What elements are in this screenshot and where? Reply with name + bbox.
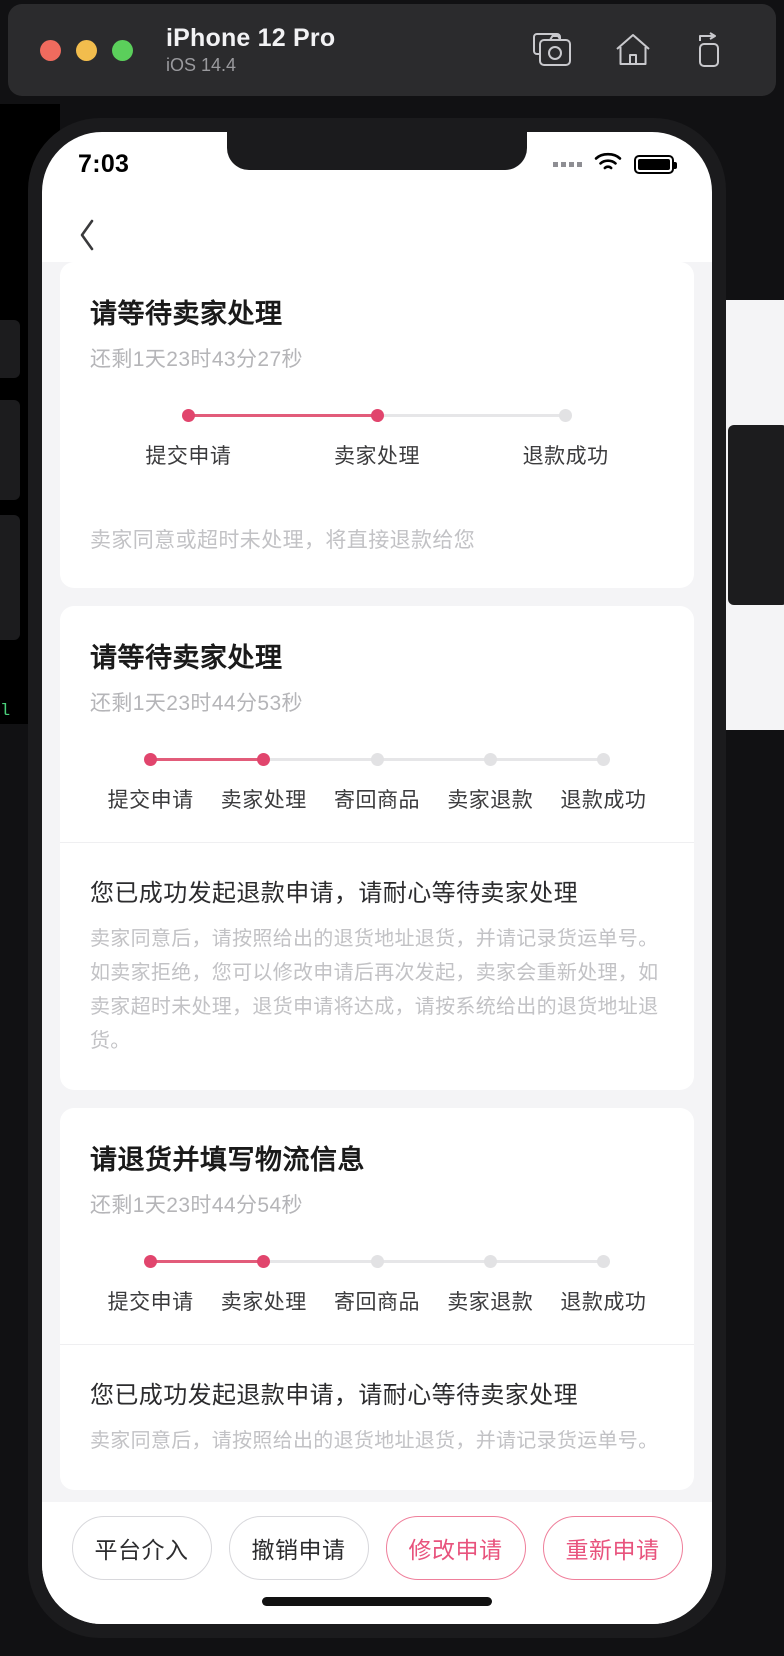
stepper-step: 退款成功	[471, 409, 660, 470]
home-icon[interactable]	[614, 33, 652, 67]
action-button-bar: 平台介入 撤销申请 修改申请 重新申请	[42, 1502, 712, 1624]
card-title: 请退货并填写物流信息	[90, 1145, 365, 1175]
stepper-step: 寄回商品	[320, 1255, 491, 1316]
card-header: 请等待卖家处理 还剩1天23时43分27秒 提交申请 卖家处理 退款成功	[60, 262, 694, 498]
stepper-bullet	[257, 753, 271, 766]
stepper-bullet	[596, 753, 610, 766]
stepper-step-label: 寄回商品	[334, 789, 420, 812]
card-header: 请退货并填写物流信息 还剩1天23时44分54秒 提交申请 卖家处理 寄回商品 …	[60, 1108, 694, 1344]
close-button[interactable]	[40, 39, 61, 61]
stepper-step: 卖家处理	[207, 753, 377, 814]
wifi-icon	[593, 151, 623, 178]
card-countdown: 还剩1天23时43分27秒	[90, 348, 303, 371]
platform-intervene-button[interactable]: 平台介入	[71, 1516, 212, 1580]
status-bar-indicators	[553, 151, 677, 178]
stepper-steps: 提交申请 卖家处理 寄回商品 卖家退款 退款成功	[94, 1255, 660, 1316]
background-window-shape	[0, 400, 20, 500]
stepper-step-label: 退款成功	[560, 1291, 647, 1314]
stepper-step-label: 退款成功	[560, 789, 647, 812]
refund-status-list[interactable]: 请等待卖家处理 还剩1天23时43分27秒 提交申请 卖家处理 退款成功 卖家同…	[42, 262, 712, 1502]
stepper-step: 退款成功	[547, 1255, 660, 1316]
stepper-bullet	[483, 1255, 497, 1268]
stepper-step: 提交申请	[94, 1255, 264, 1316]
minimize-button[interactable]	[76, 39, 97, 61]
card-section-body: 卖家同意后，请按照给出的退货地址退货，并请记录货运单号。如卖家拒绝，您可以修改申…	[90, 928, 659, 1052]
stepper-step-label: 卖家处理	[334, 445, 420, 468]
stepper-bullet	[370, 409, 384, 422]
simulator-actions	[532, 32, 724, 68]
stepper-bullet	[559, 409, 573, 422]
stepper-step-label: 卖家退款	[447, 1291, 534, 1314]
background-window-shape	[0, 320, 20, 378]
background-window-shape	[728, 425, 784, 605]
refund-card[interactable]: 请等待卖家处理 还剩1天23时44分53秒 提交申请 卖家处理 寄回商品 卖家退…	[60, 606, 694, 1090]
reapply-request-button[interactable]: 重新申请	[542, 1516, 683, 1580]
stepper-step-label: 退款成功	[522, 445, 609, 468]
window-traffic-lights	[40, 39, 133, 61]
card-countdown: 还剩1天23时44分54秒	[90, 1194, 303, 1217]
stepper-step-label: 卖家处理	[220, 789, 307, 812]
progress-stepper: 提交申请 卖家处理 退款成功	[90, 409, 664, 498]
stepper-bullet	[144, 1255, 158, 1268]
card-detail-section: 您已成功发起退款申请，请耐心等待卖家处理 卖家同意后，请按照给出的退货地址退货，…	[60, 843, 694, 1090]
phone-screen: 7:03 请等待卖家处理 还剩1天23时43分27秒 提交申请 卖家处理 退款成…	[42, 132, 712, 1624]
card-title: 请等待卖家处理	[90, 643, 283, 673]
stepper-step: 卖家退款	[434, 753, 604, 814]
card-header: 请等待卖家处理 还剩1天23时44分53秒 提交申请 卖家处理 寄回商品 卖家退…	[60, 606, 694, 842]
refund-card[interactable]: 请退货并填写物流信息 还剩1天23时44分54秒 提交申请 卖家处理 寄回商品 …	[60, 1108, 694, 1490]
card-section-title: 您已成功发起退款申请，请耐心等待卖家处理	[90, 1382, 578, 1409]
screenshot-icon[interactable]	[532, 33, 572, 67]
card-note: 卖家同意或超时未处理，将直接退款给您	[90, 529, 476, 552]
progress-stepper: 提交申请 卖家处理 寄回商品 卖家退款 退款成功	[90, 753, 664, 842]
cancel-request-button[interactable]: 撤销申请	[228, 1516, 369, 1580]
simulator-titlebar: iPhone 12 Pro iOS 14.4	[8, 4, 776, 96]
navigation-bar	[42, 196, 712, 262]
stepper-step: 提交申请	[94, 409, 377, 470]
background-window-shape	[0, 515, 20, 640]
stepper-bullet	[181, 409, 195, 422]
card-countdown: 还剩1天23时44分53秒	[90, 692, 303, 715]
status-bar: 7:03	[42, 132, 712, 196]
stepper-bullet	[596, 1255, 610, 1268]
signal-dots-icon	[553, 161, 582, 167]
stepper-step-label: 提交申请	[145, 445, 232, 468]
phone-device-frame: 7:03 请等待卖家处理 还剩1天23时43分27秒 提交申请 卖家处理 退款成…	[28, 118, 726, 1638]
stepper-step: 寄回商品	[320, 753, 491, 814]
modify-request-button[interactable]: 修改申请	[385, 1516, 526, 1580]
stepper-bullet	[144, 753, 158, 766]
status-bar-clock: 7:03	[78, 149, 130, 178]
stepper-bullet	[483, 753, 497, 766]
stepper-bullet	[370, 1255, 384, 1268]
stepper-step: 退款成功	[547, 753, 660, 814]
stepper-steps: 提交申请 卖家处理 寄回商品 卖家退款 退款成功	[94, 753, 660, 814]
device-os-version: iOS 14.4	[166, 54, 237, 75]
battery-icon	[634, 154, 677, 174]
stepper-steps: 提交申请 卖家处理 退款成功	[94, 409, 660, 470]
refund-card[interactable]: 请等待卖家处理 还剩1天23时43分27秒 提交申请 卖家处理 退款成功 卖家同…	[60, 262, 694, 588]
card-section-body: 卖家同意后，请按照给出的退货地址退货，并请记录货运单号。	[90, 1430, 659, 1452]
card-section-title: 您已成功发起退款申请，请耐心等待卖家处理	[90, 880, 578, 907]
stepper-step: 卖家处理	[283, 409, 566, 470]
maximize-button[interactable]	[112, 39, 133, 61]
chevron-left-icon[interactable]	[76, 218, 98, 251]
stepper-step-label: 卖家处理	[220, 1291, 307, 1314]
background-terminal-text: l	[0, 702, 11, 721]
stepper-bullet	[257, 1255, 271, 1268]
progress-stepper: 提交申请 卖家处理 寄回商品 卖家退款 退款成功	[90, 1255, 664, 1344]
stepper-step-label: 卖家退款	[447, 789, 534, 812]
stepper-step: 提交申请	[94, 753, 264, 814]
stepper-bullet	[370, 753, 384, 766]
rotate-icon[interactable]	[694, 32, 724, 68]
card-title: 请等待卖家处理	[90, 299, 283, 329]
stepper-step-label: 寄回商品	[334, 1291, 420, 1314]
home-indicator[interactable]	[262, 1597, 492, 1606]
stepper-step: 卖家处理	[207, 1255, 377, 1316]
card-detail-section: 您已成功发起退款申请，请耐心等待卖家处理 卖家同意后，请按照给出的退货地址退货，…	[60, 1345, 694, 1490]
stepper-step-label: 提交申请	[107, 789, 194, 812]
desktop-background: l iPhone 12 Pro iOS 14.4 7:03 请等待卖家处理 还剩…	[0, 0, 784, 1656]
simulator-title-group: iPhone 12 Pro iOS 14.4	[166, 24, 335, 77]
stepper-step-label: 提交申请	[107, 1291, 194, 1314]
stepper-step: 卖家退款	[434, 1255, 604, 1316]
device-name: iPhone 12 Pro	[166, 23, 336, 52]
